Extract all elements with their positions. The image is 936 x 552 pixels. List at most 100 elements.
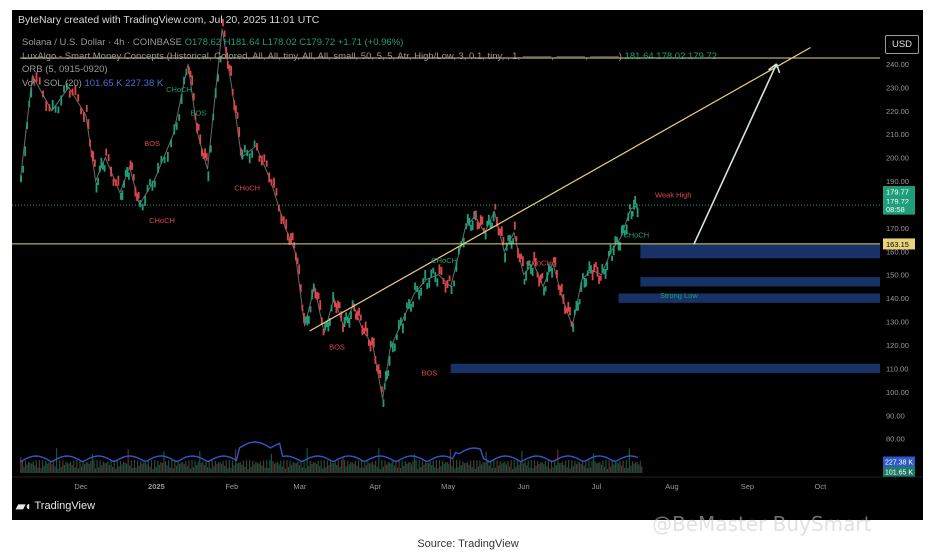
volume-bar — [275, 462, 277, 473]
price-candle — [200, 148, 203, 157]
volume-bar — [29, 462, 31, 473]
price-candle — [562, 294, 565, 304]
price-candle — [473, 211, 476, 220]
price-tick-label: 170.00 — [886, 224, 909, 233]
volume-bar — [116, 460, 118, 473]
volume-bar — [94, 468, 97, 473]
volume-bar — [136, 460, 139, 473]
price-candle — [121, 190, 124, 201]
price-candle — [319, 300, 322, 311]
volume-bar — [196, 464, 198, 473]
orb-row[interactable]: ORB (5, 0915-0920) — [22, 63, 717, 77]
volume-bar — [164, 461, 167, 473]
indicator-row[interactable]: LuxAlgo - Smart Money Concepts (Historic… — [22, 50, 717, 64]
price-candle — [277, 204, 280, 212]
volume-bar — [62, 460, 64, 473]
ohlc-high: H181.64 — [223, 37, 260, 48]
price-candle — [77, 94, 80, 102]
volume-bar — [294, 462, 296, 473]
price-candle — [26, 121, 29, 129]
volume-bar — [606, 468, 609, 473]
volume-bar — [404, 461, 406, 473]
tradingview-brand: TradingView — [34, 500, 96, 512]
volume-bar — [320, 460, 322, 473]
symbol-row[interactable]: Solana / U.S. Dollar · 4h · COINBASE O17… — [22, 36, 717, 50]
price-candle — [307, 316, 310, 324]
price-candle — [268, 172, 271, 183]
volume-bar — [24, 460, 27, 473]
price-candle — [134, 186, 137, 197]
price-candle — [567, 301, 570, 312]
time-tick-label: 2025 — [148, 482, 165, 491]
volume-bar — [375, 460, 377, 473]
volume-bar — [211, 460, 213, 473]
volume-bar — [603, 466, 606, 473]
price-candle — [282, 216, 285, 224]
price-candle — [414, 282, 416, 291]
volume-bar — [202, 461, 204, 473]
volume-bar — [140, 461, 142, 473]
volume-bar — [266, 460, 268, 473]
volume-bar — [357, 460, 360, 473]
volume-bar — [263, 460, 265, 473]
volume-bar — [498, 465, 500, 473]
volume-bar — [452, 460, 455, 473]
volume-bar — [27, 461, 30, 473]
volume-bar — [529, 467, 531, 473]
volume-bar — [306, 448, 308, 473]
volume-row[interactable]: Vol · SOL (20) 101.65 K 227.38 K — [22, 77, 717, 91]
volume-bar — [233, 465, 235, 473]
volume-bar — [112, 466, 114, 473]
price-candle — [359, 314, 362, 321]
volume-bar — [298, 465, 301, 473]
volume-bar — [241, 464, 243, 473]
volume-bar — [213, 466, 215, 473]
price-candle — [420, 287, 423, 296]
price-candle — [192, 93, 195, 101]
smc-annotation: BOS — [421, 368, 437, 377]
price-candle — [299, 284, 302, 292]
price-candle — [408, 299, 410, 309]
volume-bar — [40, 468, 42, 473]
price-candle — [322, 329, 325, 336]
price-candle — [80, 107, 82, 115]
price-candle — [301, 304, 304, 311]
price-candle — [146, 184, 149, 193]
volume-bar — [631, 461, 634, 473]
price-candle — [338, 302, 341, 309]
volume-bar — [412, 460, 414, 473]
price-candle — [478, 222, 481, 229]
price-candle — [377, 364, 380, 374]
volume-bar — [533, 460, 536, 473]
price-candle — [374, 355, 377, 364]
zone-3 — [450, 363, 880, 374]
price-candle — [552, 257, 555, 263]
volume-bar — [168, 460, 170, 473]
volume-bar — [244, 466, 246, 473]
volume-bar — [636, 461, 638, 473]
volume-bar — [398, 460, 400, 473]
volume-bar — [133, 460, 136, 473]
price-candle — [393, 343, 396, 352]
volume-bar — [104, 463, 106, 473]
volume-bar — [356, 465, 358, 473]
price-candle — [170, 139, 172, 148]
price-candle — [258, 155, 261, 162]
volume-bar — [482, 461, 484, 473]
price-candle — [298, 264, 301, 275]
volume-bar — [146, 464, 148, 473]
volume-bar — [641, 466, 643, 473]
price-candle — [627, 212, 630, 222]
price-candle — [434, 272, 437, 283]
volume-bar — [438, 460, 441, 473]
volume-bar — [382, 466, 385, 473]
volume-bar — [250, 466, 252, 473]
volume-bar — [35, 460, 37, 473]
volume-bar — [622, 460, 624, 473]
volume-bar — [451, 466, 453, 473]
currency-button[interactable]: USD — [885, 35, 919, 54]
price-tick-label: 130.00 — [886, 318, 909, 327]
volume-bar — [566, 467, 568, 473]
smc-annotation: CHoCH — [623, 230, 649, 239]
volume-bar — [540, 462, 542, 473]
